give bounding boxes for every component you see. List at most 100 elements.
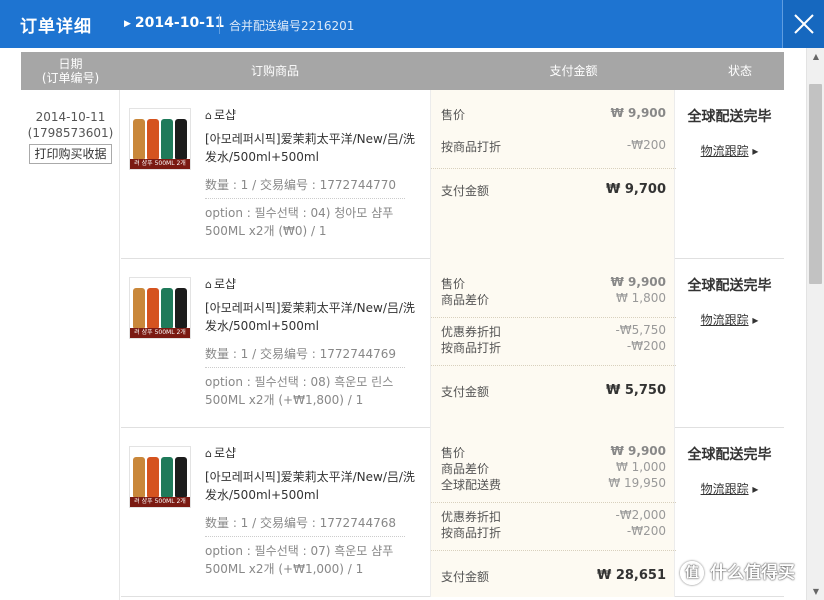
bottle-shape bbox=[175, 288, 187, 328]
close-icon bbox=[794, 14, 814, 34]
caret-right-icon: ▶ bbox=[124, 19, 131, 29]
price-label: 售价 bbox=[441, 277, 466, 291]
order-item-row: 려 샴푸 500ML 2개 ⌂ 로샵 [아모레퍼시픽]爱茉莉太平洋/New/吕/洗… bbox=[121, 259, 784, 428]
header-payment-col: 支付金额 bbox=[549, 64, 598, 78]
divider bbox=[431, 550, 676, 551]
total-value: ₩ 28,651 bbox=[596, 568, 666, 583]
delivery-status: 全球配送完毕 bbox=[687, 109, 772, 125]
divider bbox=[431, 365, 676, 366]
discount-label: 按商品打折 bbox=[441, 140, 502, 154]
product-image-caption: 려 샴푸 500ML 2개 bbox=[130, 497, 190, 507]
status-cell: 全球配送完毕 物流跟踪 ▸ bbox=[675, 259, 784, 428]
bottle-shape bbox=[147, 119, 159, 159]
home-icon: ⌂ bbox=[205, 278, 212, 291]
order-date: 2014-10-11 bbox=[35, 110, 106, 124]
product-thumbnail[interactable]: 려 샴푸 500ML 2개 bbox=[129, 446, 191, 508]
coupon-line: 优惠券折扣 -₩5,750 bbox=[441, 323, 666, 339]
watermark: 值什么值得买 bbox=[680, 558, 795, 588]
close-button[interactable] bbox=[782, 0, 824, 48]
tracking-link[interactable]: 物流跟踪 ▸ bbox=[675, 311, 784, 328]
price-diff-line: 商品差价 ₩ 1,800 bbox=[441, 291, 666, 307]
payment-cell: 售价 ₩ 9,900 商品差价 ₩ 1,000 全球配送费 ₩ 19,950 优… bbox=[430, 428, 676, 597]
shop-name[interactable]: ⌂ 로샵 bbox=[205, 275, 236, 292]
header-order-number-label: (订单编号) bbox=[41, 71, 100, 85]
bottle-shape bbox=[133, 457, 145, 497]
product-name[interactable]: [아모레퍼시픽]爱茉莉太平洋/New/吕/洗发水/500ml+500ml bbox=[205, 299, 415, 335]
price-line: 售价 ₩ 9,900 bbox=[441, 106, 666, 122]
price-line: 售价 ₩ 9,900 bbox=[441, 444, 666, 460]
tracking-label: 物流跟踪 bbox=[700, 144, 749, 158]
tracking-label: 物流跟踪 bbox=[700, 313, 749, 327]
quantity-transaction: 数量 : 1 / 交易编号 : 1772744768 bbox=[205, 514, 405, 537]
tracking-link[interactable]: 物流跟踪 ▸ bbox=[675, 480, 784, 497]
discount-line: 按商品打折 -₩200 bbox=[441, 524, 666, 540]
price-diff-value: ₩ 1,000 bbox=[615, 460, 666, 474]
dialog-titlebar: 订单详细 ▶ 2014-10-11 合并配送编号2216201 bbox=[0, 0, 824, 48]
shop-name[interactable]: ⌂ 로샵 bbox=[205, 106, 236, 123]
payment-cell: 售价 ₩ 9,900 商品差价 ₩ 1,800 优惠券折扣 -₩5,750 按商… bbox=[430, 259, 676, 428]
coupon-value: -₩5,750 bbox=[615, 323, 666, 337]
order-date-header: ▶ 2014-10-11 bbox=[124, 15, 224, 31]
order-number: (1798573601) bbox=[27, 126, 114, 140]
product-name[interactable]: [아모레퍼시픽]爱茉莉太平洋/New/吕/洗发水/500ml+500ml bbox=[205, 130, 415, 166]
shipping-fee-line: 全球配送费 ₩ 19,950 bbox=[441, 476, 666, 492]
total-label: 支付金额 bbox=[441, 570, 490, 584]
discount-line: 按商品打折 -₩200 bbox=[441, 339, 666, 355]
price-diff-line: 商品差价 ₩ 1,000 bbox=[441, 460, 666, 476]
total-value: ₩ 9,700 bbox=[606, 182, 666, 197]
product-thumbnail[interactable]: 려 샴푸 500ML 2개 bbox=[129, 108, 191, 170]
price-value: ₩ 9,900 bbox=[610, 106, 666, 120]
scrollbar-thumb[interactable] bbox=[809, 84, 822, 284]
discount-label: 按商品打折 bbox=[441, 526, 502, 540]
bottle-shape bbox=[161, 119, 173, 159]
divider bbox=[431, 317, 676, 318]
price-diff-label: 商品差价 bbox=[441, 293, 490, 307]
print-receipt-button[interactable]: 打印购买收据 bbox=[29, 144, 112, 164]
coupon-line: 优惠券折扣 -₩2,000 bbox=[441, 508, 666, 524]
table-header: 日期 (订单编号) 订购商品 支付金额 状态 bbox=[21, 52, 784, 90]
discount-value: -₩200 bbox=[626, 339, 666, 353]
total-label: 支付金额 bbox=[441, 184, 490, 198]
caret-right-icon: ▸ bbox=[752, 313, 759, 327]
product-name[interactable]: [아모레퍼시픽]爱茉莉太平洋/New/吕/洗发水/500ml+500ml bbox=[205, 468, 415, 504]
bottle-shape bbox=[175, 119, 187, 159]
home-icon: ⌂ bbox=[205, 447, 212, 460]
order-detail-content: 日期 (订单编号) 订购商品 支付金额 状态 2014-10-11 (17985… bbox=[0, 48, 806, 600]
total-label: 支付金额 bbox=[441, 385, 490, 399]
header-product-col: 订购商品 bbox=[250, 64, 299, 78]
price-label: 售价 bbox=[441, 108, 466, 122]
status-cell: 全球配送完毕 物流跟踪 ▸ bbox=[675, 90, 784, 259]
product-option: option : 필수선택 : 07) 흑운모 샴푸 500ML x2개 (+₩… bbox=[205, 544, 394, 576]
price-line: 售价 ₩ 9,900 bbox=[441, 275, 666, 291]
bottle-shape bbox=[161, 288, 173, 328]
scroll-down-arrow-icon[interactable]: ▼ bbox=[807, 583, 824, 600]
shop-label: 로샵 bbox=[213, 108, 237, 122]
divider bbox=[431, 168, 676, 169]
bottle-shape bbox=[147, 288, 159, 328]
vertical-scrollbar[interactable]: ▲ ▼ bbox=[806, 48, 824, 600]
tracking-label: 物流跟踪 bbox=[700, 482, 749, 496]
bottle-shape bbox=[175, 457, 187, 497]
discount-line: 按商品打折 -₩200 bbox=[441, 138, 666, 154]
header-date-label: 日期 bbox=[58, 57, 83, 71]
scroll-up-arrow-icon[interactable]: ▲ bbox=[807, 48, 824, 65]
header-date: 2014-10-11 bbox=[134, 15, 225, 31]
quantity-transaction: 数量 : 1 / 交易编号 : 1772744769 bbox=[205, 345, 405, 368]
price-value: ₩ 9,900 bbox=[610, 444, 666, 458]
bottle-shape bbox=[161, 457, 173, 497]
product-image-caption: 려 샴푸 500ML 2개 bbox=[130, 328, 190, 338]
payment-cell: 售价 ₩ 9,900 按商品打折 -₩200 支付金额 ₩ 9,700 bbox=[430, 90, 676, 259]
delivery-status: 全球配送完毕 bbox=[687, 278, 772, 294]
caret-right-icon: ▸ bbox=[752, 144, 759, 158]
price-diff-label: 商品差价 bbox=[441, 462, 490, 476]
total-value: ₩ 5,750 bbox=[606, 383, 666, 398]
product-option: option : 필수선택 : 04) 청아모 샴푸 500ML x2개 (₩0… bbox=[205, 206, 394, 238]
shop-label: 로샵 bbox=[213, 446, 237, 460]
coupon-value: -₩2,000 bbox=[615, 508, 666, 522]
discount-value: -₩200 bbox=[626, 524, 666, 538]
shop-name[interactable]: ⌂ 로샵 bbox=[205, 444, 236, 461]
shipping-fee-label: 全球配送费 bbox=[441, 478, 502, 492]
coupon-label: 优惠券折扣 bbox=[441, 325, 502, 339]
product-thumbnail[interactable]: 려 샴푸 500ML 2개 bbox=[129, 277, 191, 339]
tracking-link[interactable]: 物流跟踪 ▸ bbox=[675, 142, 784, 159]
